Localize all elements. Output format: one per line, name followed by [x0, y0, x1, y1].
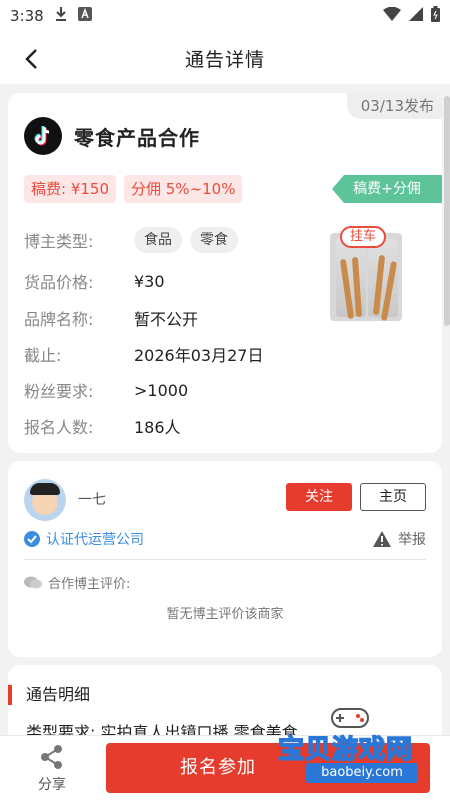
fans-label: 粉丝要求:	[24, 382, 94, 401]
review-empty-text: 暂无博主评价该商家	[166, 607, 284, 622]
publish-date: 03/13发布	[346, 93, 442, 119]
status-time: 3:38	[10, 7, 44, 25]
verified-badge: 认证代运营公司	[24, 529, 144, 549]
page-title: 通告详情	[184, 48, 265, 71]
download-icon	[54, 6, 68, 26]
warning-icon	[373, 531, 391, 547]
price-label: 货品价格:	[24, 273, 94, 292]
avatar[interactable]	[24, 479, 66, 521]
divider	[24, 559, 426, 560]
back-button[interactable]	[16, 44, 46, 74]
blogger-type-chip: 食品	[134, 227, 182, 253]
signup-count-label: 报名人数:	[24, 418, 94, 437]
signal-icon	[409, 7, 423, 25]
verified-label: 认证代运营公司	[46, 532, 144, 548]
share-label: 分享	[38, 777, 66, 793]
font-icon	[77, 7, 92, 25]
deadline-row: 截止: 2026年03月27日	[24, 342, 263, 366]
announcement-title: 零食产品合作	[74, 125, 200, 150]
scrollbar[interactable]	[444, 96, 450, 326]
fans-row: 粉丝要求: >1000	[24, 378, 188, 402]
tiktok-icon	[24, 117, 62, 155]
gamepad-icon	[331, 708, 369, 728]
report-label: 举报	[398, 532, 426, 548]
price-info-row: 货品价格: ¥30	[24, 269, 165, 293]
section-title-text: 通告明细	[26, 685, 91, 704]
blogger-type-chip: 零食	[190, 227, 238, 253]
report-button[interactable]: 举报	[372, 529, 426, 549]
publisher-name: 一七	[78, 492, 106, 508]
publisher-card: 一七 关注 主页 认证代运营公司 举报 合作博主评价: 暂无博主评价该商家	[8, 461, 442, 657]
watermark-url: baobeiy.com	[306, 763, 418, 783]
signup-count-row: 报名人数: 186人	[24, 414, 181, 438]
price-value: ¥30	[134, 271, 165, 291]
battery-icon	[431, 6, 440, 26]
signup-label: 报名参加	[180, 757, 256, 778]
brand-row: 品牌名称: 暂不公开	[24, 306, 198, 330]
nav-bar: 通告详情	[0, 32, 450, 84]
blogger-type-row: 博主类型: 食品 零食	[24, 227, 246, 253]
fans-value: >1000	[134, 380, 189, 400]
commission-badge: 分佣 5%~10%	[124, 175, 243, 203]
fee-badge: 稿费: ¥150	[24, 175, 116, 203]
announcement-card: 03/13发布 零食产品合作 稿费: ¥150 分佣 5%~10% 稿费+分佣 …	[8, 93, 442, 453]
check-circle-icon	[24, 531, 40, 547]
watermark-text: 宝贝游戏网	[277, 734, 414, 766]
deadline-value: 2026年03月27日	[134, 346, 264, 365]
watermark: 宝贝游戏网 baobeiy.com	[260, 705, 440, 790]
blogger-type-label: 博主类型:	[24, 232, 94, 251]
price-row: 稿费: ¥150 分佣 5%~10%	[24, 175, 243, 203]
share-icon	[41, 745, 62, 769]
chat-bubble-icon	[24, 576, 42, 588]
section-title: 通告明细	[8, 685, 90, 705]
signup-count-value: 186人	[134, 418, 181, 437]
share-button[interactable]: 分享	[20, 742, 84, 796]
deadline-label: 截止:	[24, 346, 62, 365]
follow-button[interactable]: 关注	[286, 483, 352, 511]
wifi-icon	[383, 6, 401, 25]
brand-value: 暂不公开	[134, 310, 199, 329]
chevron-left-icon	[25, 49, 37, 69]
review-header: 合作博主评价:	[24, 573, 130, 592]
status-bar: 3:38	[0, 0, 450, 32]
homepage-button[interactable]: 主页	[360, 483, 426, 511]
title-row: 零食产品合作	[24, 117, 200, 155]
pay-mode-tag: 稿费+分佣	[332, 175, 442, 203]
hang-cart-badge: 挂车	[340, 226, 387, 248]
brand-label: 品牌名称:	[24, 310, 94, 329]
review-label: 合作博主评价:	[48, 577, 131, 592]
